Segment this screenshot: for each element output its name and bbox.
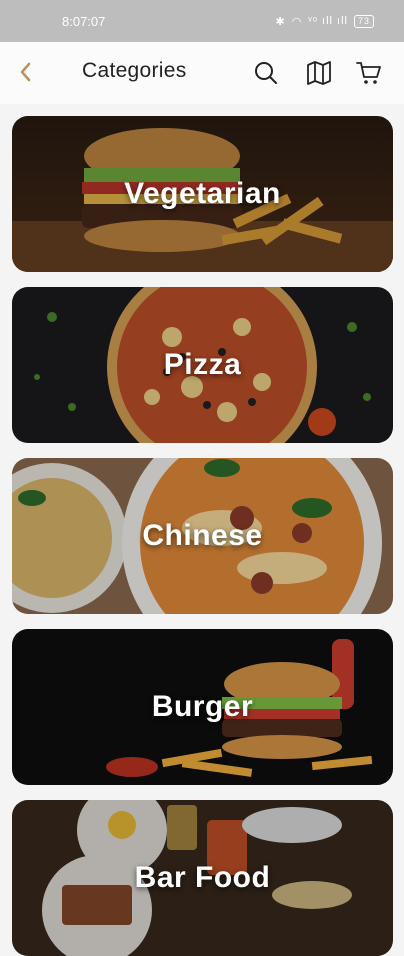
category-card-vegetarian[interactable]: Vegetarian bbox=[12, 116, 393, 272]
cart-icon[interactable] bbox=[356, 60, 382, 86]
category-label: Chinese bbox=[142, 519, 263, 552]
category-label: Pizza bbox=[163, 348, 242, 381]
status-bar: 8:07:07 ✱ ◠ ᵛᵒ ıll ıll 73 bbox=[0, 0, 404, 42]
category-card-chinese[interactable]: Chinese bbox=[12, 458, 393, 614]
map-icon[interactable] bbox=[306, 60, 332, 86]
search-icon[interactable] bbox=[253, 60, 279, 86]
category-label: Burger bbox=[151, 690, 254, 723]
category-card-bar-food[interactable]: Bar Food bbox=[12, 800, 393, 956]
battery-indicator: 73 bbox=[353, 14, 374, 28]
category-label: Bar Food bbox=[134, 861, 271, 894]
status-icons: ✱ ◠ ᵛᵒ ıll ıll 73 bbox=[275, 14, 374, 28]
category-card-burger[interactable]: Burger bbox=[12, 629, 393, 785]
page-title: Categories bbox=[82, 59, 187, 82]
app-header: Categories bbox=[0, 42, 404, 104]
bluetooth-icon: ✱ bbox=[275, 15, 286, 28]
category-card-pizza[interactable]: Pizza bbox=[12, 287, 393, 443]
category-list: Vegetarian Pizza Chinese Burger Bar Food bbox=[0, 104, 404, 956]
wifi-icon: ◠ bbox=[291, 15, 303, 28]
signal-indicator: ᵛᵒ ıll ıll bbox=[308, 15, 348, 27]
back-button[interactable] bbox=[14, 60, 38, 84]
status-time: 8:07:07 bbox=[62, 13, 106, 29]
category-label: Vegetarian bbox=[124, 177, 281, 210]
